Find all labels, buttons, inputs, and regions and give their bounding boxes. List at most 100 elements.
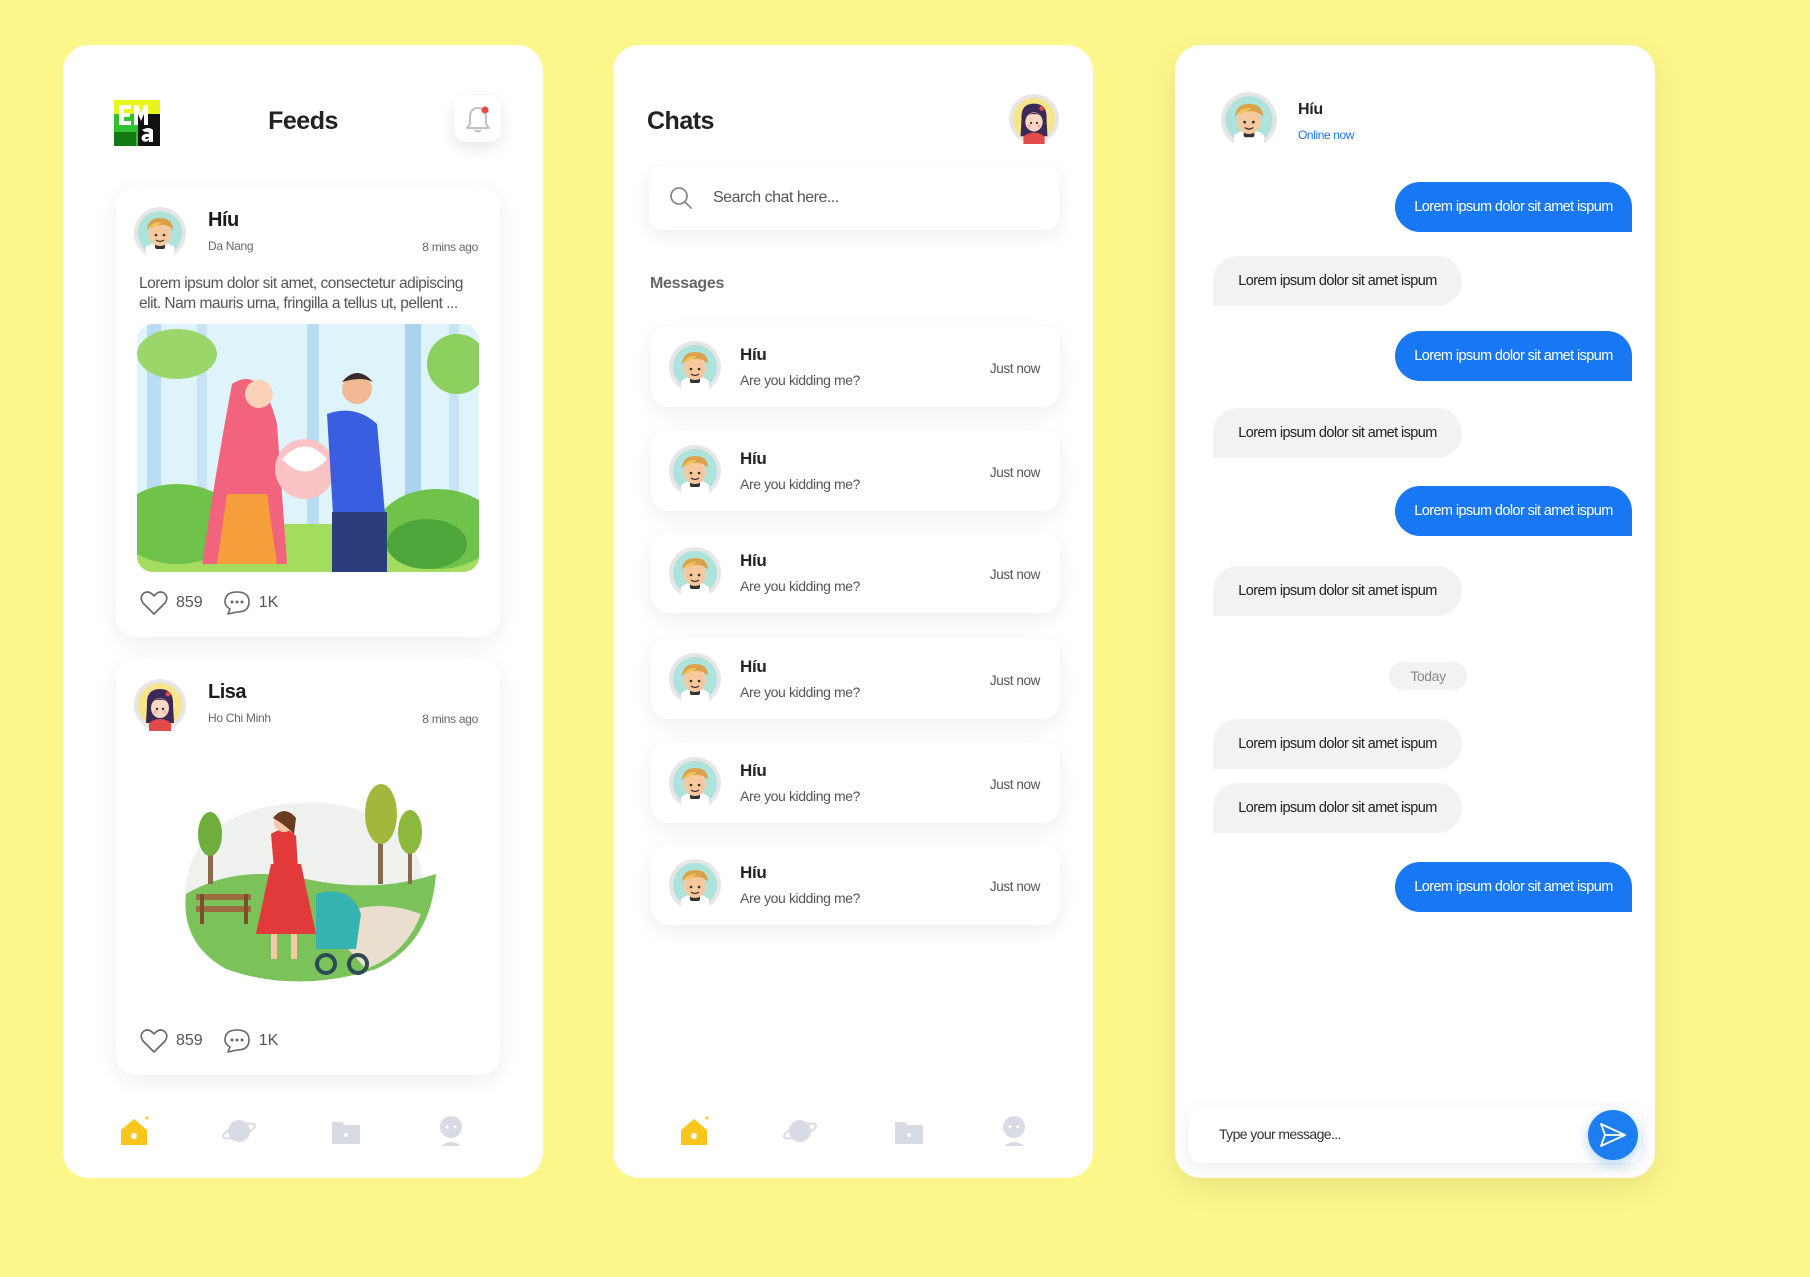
chat-time: Just now (989, 361, 1040, 376)
message-bubble-outgoing[interactable]: Lorem ipsum dolor sit amet ispum (1395, 862, 1632, 912)
avatar (669, 445, 721, 497)
heart-icon (140, 1029, 168, 1053)
folder-icon (332, 1122, 360, 1144)
chat-preview: Are you kidding me? (740, 578, 861, 594)
nav-saved[interactable] (325, 1110, 367, 1152)
post-stats: 859 1K (140, 1028, 298, 1054)
section-label: Messages (650, 275, 725, 292)
post-time: 8 mins ago (422, 240, 478, 254)
message-bubble-outgoing[interactable]: Lorem ipsum dolor sit amet ispum (1395, 331, 1632, 381)
feeds-screen: Feeds Híu Da Nang 8 mins ago Lorem ipsum… (63, 45, 543, 1178)
avatar[interactable] (1009, 94, 1059, 144)
chat-list-item[interactable]: Híu Are you kidding me? Just now (651, 532, 1060, 613)
chat-name: Híu (740, 761, 767, 780)
like-button[interactable]: 859 (140, 1028, 203, 1054)
post-text: Lorem ipsum dolor sit amet, consectetur … (139, 275, 463, 312)
heart-icon (140, 591, 168, 615)
post-time: 8 mins ago (422, 712, 478, 726)
message-bubble-incoming[interactable]: Lorem ipsum dolor sit amet ispum (1213, 566, 1462, 616)
comment-button[interactable]: 1K (223, 590, 279, 616)
chat-time: Just now (989, 879, 1040, 894)
chat-preview: Are you kidding me? (740, 788, 861, 804)
avatar (669, 547, 721, 599)
send-icon (1600, 1123, 1626, 1147)
chat-preview: Are you kidding me? (740, 372, 861, 388)
post-author[interactable]: Lisa (208, 681, 247, 704)
chat-name: Híu (740, 551, 767, 570)
home-icon (681, 1116, 709, 1145)
chat-preview: Are you kidding me? (740, 476, 861, 492)
bottom-nav (613, 1110, 1093, 1170)
nav-profile[interactable] (430, 1110, 472, 1152)
planet-icon (782, 1120, 818, 1142)
feed-post[interactable]: Lisa Ho Chi Minh 8 mins ago 859 1K (116, 659, 500, 1075)
post-location: Da Nang (208, 239, 254, 253)
post-image[interactable] (176, 774, 446, 1004)
message-bubble-outgoing[interactable]: Lorem ipsum dolor sit amet ispum (1395, 486, 1632, 536)
avatar (669, 341, 721, 393)
message-bubble-incoming[interactable]: Lorem ipsum dolor sit amet ispum (1213, 256, 1462, 306)
chat-list-item[interactable]: Híu Are you kidding me? Just now (651, 430, 1060, 511)
chat-time: Just now (989, 465, 1040, 480)
avatar (669, 653, 721, 705)
page-title: Chats (647, 107, 714, 135)
nav-home[interactable] (673, 1110, 715, 1152)
chat-name: Híu (740, 657, 767, 676)
nav-explore[interactable] (218, 1110, 260, 1152)
nav-home[interactable] (113, 1110, 155, 1152)
comment-icon (223, 1029, 250, 1053)
folder-icon (895, 1122, 923, 1144)
message-composer (1189, 1105, 1641, 1163)
send-button[interactable] (1588, 1110, 1638, 1160)
post-stats: 859 1K (140, 590, 298, 616)
chat-time: Just now (989, 777, 1040, 792)
like-count: 859 (176, 1032, 203, 1049)
nav-explore[interactable] (779, 1110, 821, 1152)
chat-name: Híu (740, 449, 767, 468)
comment-count: 1K (258, 594, 279, 611)
avatar[interactable] (134, 679, 186, 731)
post-author[interactable]: Híu (208, 209, 239, 232)
nav-profile[interactable] (993, 1110, 1035, 1152)
comment-icon (223, 591, 250, 615)
chats-screen: Chats Messages Híu Are you kidding me? J… (613, 45, 1093, 1178)
chat-list-item[interactable]: Híu Are you kidding me? Just now (651, 326, 1060, 407)
search-bar (649, 166, 1059, 230)
avatar (669, 859, 721, 911)
message-bubble-outgoing[interactable]: Lorem ipsum dolor sit amet ispum (1395, 182, 1632, 232)
date-divider: Today (1389, 662, 1467, 690)
message-bubble-incoming[interactable]: Lorem ipsum dolor sit amet ispum (1213, 408, 1462, 458)
feed-post[interactable]: Híu Da Nang 8 mins ago Lorem ipsum dolor… (116, 187, 500, 637)
comment-button[interactable]: 1K (223, 1028, 279, 1054)
message-bubble-incoming[interactable]: Lorem ipsum dolor sit amet ispum (1213, 719, 1462, 769)
post-location: Ho Chi Minh (208, 711, 271, 725)
message-bubble-incoming[interactable]: Lorem ipsum dolor sit amet ispum (1213, 783, 1462, 833)
search-icon (670, 187, 692, 209)
chat-list-item[interactable]: Híu Are you kidding me? Just now (651, 742, 1060, 823)
like-count: 859 (176, 594, 203, 611)
chat-list-item[interactable]: Híu Are you kidding me? Just now (651, 638, 1060, 719)
chat-time: Just now (989, 673, 1040, 688)
contact-status: Online now (1298, 128, 1355, 142)
contact-name: Híu (1298, 101, 1323, 118)
avatar[interactable] (134, 207, 186, 259)
chat-preview: Are you kidding me? (740, 890, 861, 906)
profile-icon (440, 1116, 462, 1146)
message-input[interactable] (1219, 1120, 1559, 1148)
bell-icon (465, 106, 490, 132)
notifications-button[interactable] (454, 95, 501, 142)
chat-preview: Are you kidding me? (740, 684, 861, 700)
chat-name: Híu (740, 345, 767, 364)
chat-list-item[interactable]: Híu Are you kidding me? Just now (651, 844, 1060, 925)
avatar[interactable] (1221, 92, 1277, 148)
planet-icon (221, 1120, 257, 1142)
search-input[interactable] (713, 184, 1033, 212)
comment-count: 1K (258, 1032, 279, 1049)
conversation-screen: Híu Online now Lorem ipsum dolor sit ame… (1175, 45, 1655, 1178)
avatar (669, 757, 721, 809)
bottom-nav (63, 1110, 543, 1170)
post-image[interactable] (137, 324, 479, 572)
nav-saved[interactable] (888, 1110, 930, 1152)
like-button[interactable]: 859 (140, 590, 203, 616)
profile-icon (1003, 1116, 1025, 1146)
